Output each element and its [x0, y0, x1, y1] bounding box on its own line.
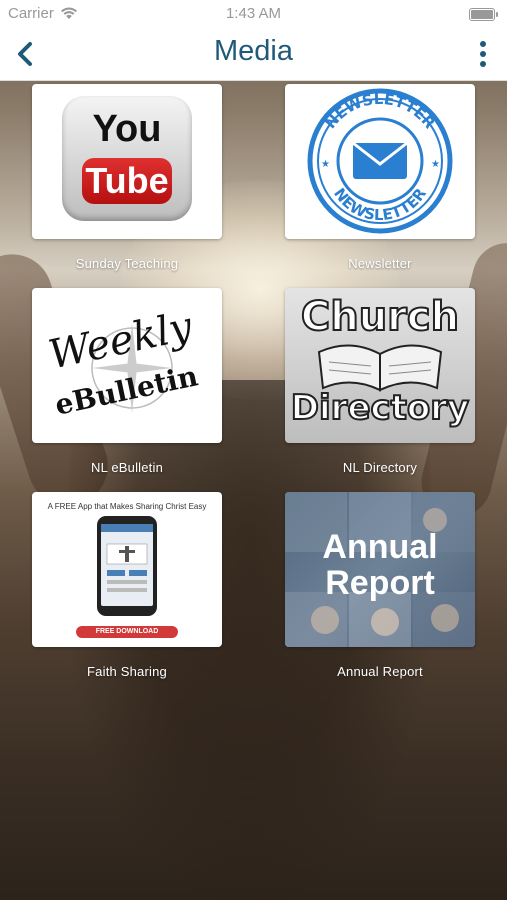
status-bar: Carrier 1:43 AM	[0, 0, 507, 28]
svg-text:★: ★	[431, 159, 440, 170]
tile-label: Sunday Teaching	[75, 256, 179, 271]
media-screen: Carrier 1:43 AM Media You Tube Sunday Te…	[0, 0, 507, 900]
tile-nl-directory[interactable]: Church Directory NL Directory	[285, 288, 475, 475]
annual-report-thumbnail: Annual Report	[285, 492, 475, 647]
newsletter-stamp-icon: NEWSLETTER NEWSLETTER ★ ★	[307, 88, 453, 234]
battery-icon	[469, 8, 498, 21]
tile-faith-sharing[interactable]: A FREE App that Makes Sharing Christ Eas…	[32, 492, 222, 679]
faith-sharing-thumbnail: A FREE App that Makes Sharing Christ Eas…	[32, 492, 222, 647]
tile-label: NL eBulletin	[90, 460, 163, 475]
cross-bridge-icon	[101, 524, 153, 592]
more-options-button[interactable]	[473, 38, 493, 70]
tile-label: NL Directory	[342, 460, 418, 475]
newsletter-thumbnail: NEWSLETTER NEWSLETTER ★ ★	[285, 84, 475, 239]
status-time: 1:43 AM	[225, 5, 282, 22]
tile-annual-report[interactable]: Annual Report Annual Report	[285, 492, 475, 679]
tile-label: Annual Report	[337, 664, 423, 679]
youtube-thumbnail: You Tube	[32, 84, 222, 239]
svg-text:NEWSLETTER: NEWSLETTER	[321, 90, 439, 132]
tile-nl-ebulletin[interactable]: Weekly eBulletin NL eBulletin	[32, 288, 222, 475]
free-download-badge: FREE DOWNLOAD	[76, 626, 178, 638]
open-book-icon	[317, 344, 443, 392]
svg-text:★: ★	[321, 159, 330, 170]
directory-thumbnail: Church Directory	[285, 288, 475, 443]
navigation-bar: Media	[0, 28, 507, 81]
tile-label: Faith Sharing	[87, 664, 167, 679]
tile-label: Newsletter	[348, 256, 412, 271]
phone-icon	[97, 516, 157, 616]
tile-sunday-teaching[interactable]: You Tube Sunday Teaching	[32, 84, 222, 271]
ebulletin-thumbnail: Weekly eBulletin	[32, 288, 222, 443]
youtube-logo: You Tube	[62, 96, 192, 221]
tile-newsletter[interactable]: NEWSLETTER NEWSLETTER ★ ★ Newsletter	[285, 84, 475, 271]
vertical-ellipsis-icon	[480, 41, 486, 67]
page-title: Media	[214, 35, 293, 67]
